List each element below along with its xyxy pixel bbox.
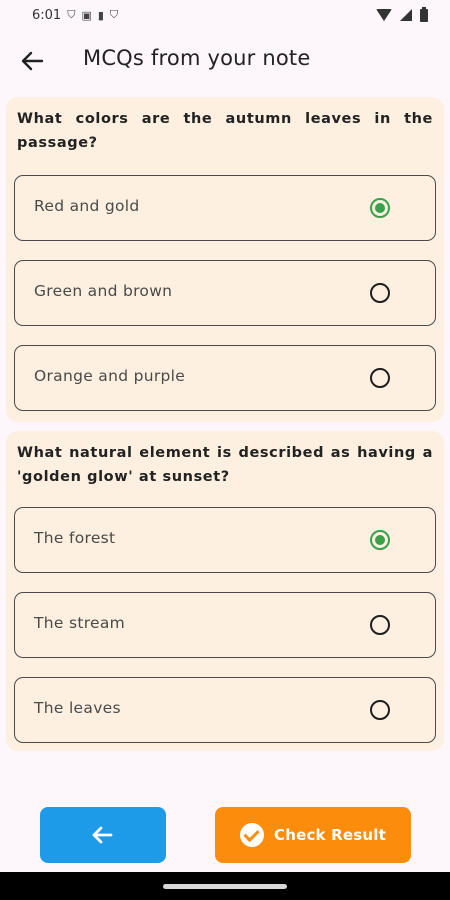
page-title: MCQs from your note <box>83 46 311 70</box>
option-card[interactable]: Green and brown <box>14 260 436 326</box>
previous-button[interactable] <box>40 807 166 863</box>
sim-icon: ▮ <box>97 8 104 22</box>
option-card[interactable]: Orange and purple <box>14 345 436 411</box>
option-label: Orange and purple <box>34 367 186 385</box>
question-text: What colors are the autumn leaves in the… <box>17 111 433 151</box>
app-bar: MCQs from your note <box>0 36 450 86</box>
radio-selected-icon[interactable] <box>370 530 390 550</box>
back-arrow-icon[interactable] <box>18 48 48 74</box>
question-card: What colors are the autumn leaves in the… <box>6 97 444 422</box>
radio-unselected-icon[interactable] <box>370 283 390 303</box>
radio-unselected-icon[interactable] <box>370 368 390 388</box>
wifi-icon <box>376 9 392 21</box>
radio-unselected-icon[interactable] <box>370 700 390 720</box>
system-nav-bar <box>0 872 450 900</box>
app-icon: ▣ <box>81 8 92 22</box>
option-label: Green and brown <box>34 282 173 300</box>
status-bar: 6:01 ⛉ ▣ ▮ ⛉ <box>0 0 450 30</box>
radio-selected-icon[interactable] <box>370 198 390 218</box>
battery-icon <box>420 6 428 22</box>
option-card[interactable]: The leaves <box>14 677 436 743</box>
status-right <box>376 6 428 22</box>
option-label: The stream <box>34 614 126 632</box>
question-card: What natural element is described as hav… <box>6 431 444 751</box>
shield-icon: ⛉ <box>109 8 119 21</box>
signal-icon <box>400 9 412 21</box>
option-label: Red and gold <box>34 197 140 215</box>
option-card[interactable]: Red and gold <box>14 175 436 241</box>
status-left: 6:01 ⛉ ▣ ▮ ⛉ <box>32 8 118 23</box>
check-result-button[interactable]: Check Result <box>215 807 411 863</box>
check-result-label: Check Result <box>274 826 386 844</box>
radio-unselected-icon[interactable] <box>370 615 390 635</box>
option-card[interactable]: The stream <box>14 592 436 658</box>
check-circle-icon <box>240 823 264 847</box>
arrow-left-icon <box>92 826 113 844</box>
home-handle[interactable] <box>163 884 287 889</box>
question-text: What natural element is described as hav… <box>17 445 433 485</box>
option-card[interactable]: The forest <box>14 507 436 573</box>
option-label: The forest <box>34 529 116 547</box>
status-time: 6:01 <box>32 7 62 23</box>
option-label: The leaves <box>34 699 121 717</box>
shield-icon: ⛉ <box>67 8 76 21</box>
